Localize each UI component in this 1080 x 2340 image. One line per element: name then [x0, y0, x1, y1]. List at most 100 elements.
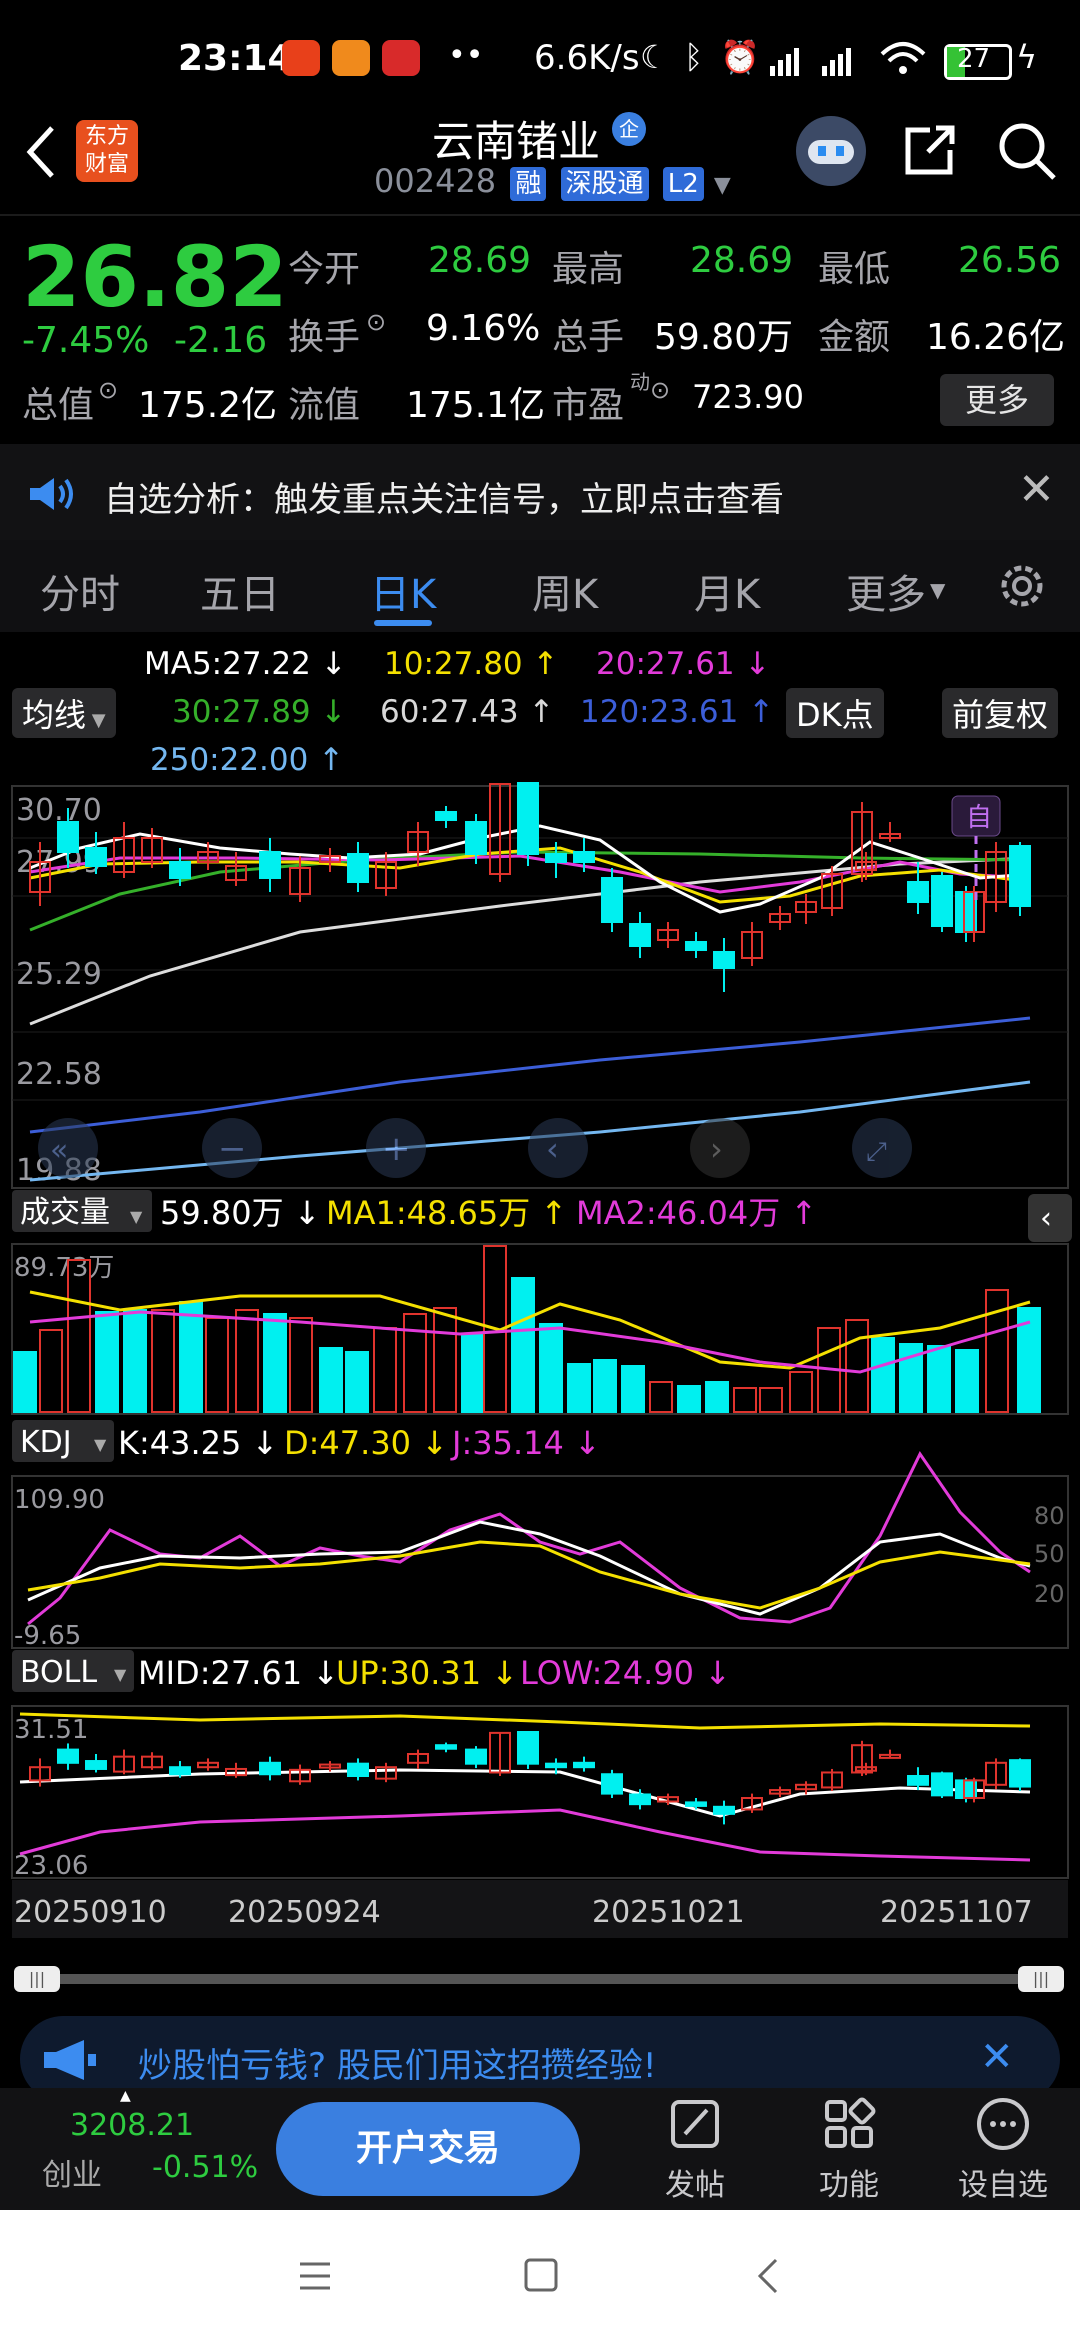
more-notifications-icon: •• [448, 38, 484, 73]
tab-monthly-k[interactable]: 月K [694, 562, 760, 620]
ma120-label: 120:23.61 ↑ [580, 694, 775, 730]
post-button[interactable]: 发帖 [640, 2096, 750, 2204]
speaker-icon [30, 478, 73, 510]
ma-selector[interactable]: 均线 ▼ [12, 688, 116, 738]
index-name[interactable]: 创业 [42, 2150, 102, 2194]
caret-down-icon: ▼ [713, 173, 731, 198]
kdj-level-50: 50 [1034, 1540, 1065, 1568]
stock-header: 东方 财富 云南锗业 企 002428 融 深股通 L2 ▼ [0, 100, 1080, 210]
open-account-trade-button[interactable]: 开户交易 [276, 2102, 580, 2196]
boll-axis-bottom: 23.06 [14, 1851, 88, 1881]
volume-bar [373, 1327, 397, 1413]
eastmoney-logo[interactable]: 东方 财富 [76, 120, 138, 182]
menu-icon[interactable] [296, 2258, 336, 2294]
price-axis-3: 25.29 [16, 957, 102, 992]
info-icon[interactable]: ⊙ [366, 308, 386, 336]
share-icon[interactable] [900, 120, 960, 180]
taobao-app-icon [282, 40, 320, 76]
boll-candle [259, 1761, 281, 1776]
range-handle-right[interactable]: ||| [1018, 1966, 1064, 1992]
edit-icon [671, 2100, 719, 2148]
tab-daily-k[interactable]: 日K [370, 562, 436, 620]
robot-assistant-icon[interactable] [796, 116, 866, 186]
game-app-icon [382, 40, 420, 76]
enterprise-badge: 企 [612, 112, 646, 146]
volume-bar [263, 1313, 287, 1413]
info-icon[interactable]: ⊙ [650, 376, 670, 404]
volume-label: 总手 [552, 317, 625, 358]
ma5-label: MA5:27.22 ↓ [144, 646, 347, 682]
volume-bar [433, 1307, 457, 1413]
candle [259, 851, 281, 879]
amount-value: 16.26亿 [926, 317, 1066, 358]
functions-label: 功能 [819, 2168, 879, 2203]
volume-axis-max: 89.73万 [14, 1253, 114, 1283]
boll-candle [573, 1761, 595, 1769]
svg-text:‹: ‹ [1040, 1201, 1052, 1236]
search-icon[interactable] [996, 120, 1060, 184]
candle [169, 861, 191, 879]
change-percent: -7.45% [22, 320, 150, 361]
add-watchlist-button[interactable]: 设自选 [948, 2096, 1058, 2204]
boll-candle [601, 1773, 623, 1795]
tag-margin: 融 [510, 167, 547, 201]
more-button[interactable]: 更多 [940, 374, 1054, 426]
back-nav-icon[interactable] [750, 2256, 790, 2296]
battery-level: 27 [957, 44, 991, 74]
promo-close-icon[interactable]: ✕ [980, 2034, 1014, 2080]
index-change[interactable]: -0.51% [152, 2150, 258, 2185]
wifi-icon [880, 42, 926, 74]
date-label-3: 20251021 [592, 1895, 745, 1930]
tab-five-day[interactable]: 五日 [200, 562, 280, 620]
candle [517, 782, 539, 855]
self-select-mark[interactable]: 自 [966, 803, 992, 833]
system-nav-bar [0, 2210, 1080, 2340]
volume-current: 59.80万 ↓ [160, 1194, 321, 1232]
turnover-label: 换手 [288, 317, 361, 358]
volume-ma1: MA1:48.65万 ↑ [326, 1194, 567, 1232]
functions-button[interactable]: 功能 [794, 2096, 904, 2204]
ma60-label: 60:27.43 ↑ [380, 694, 555, 730]
kdj-d: D:47.30 ↓ [284, 1424, 448, 1462]
volume-bar [205, 1317, 229, 1413]
more-dots-icon [977, 2098, 1029, 2150]
battery-icon: 27 [944, 44, 1012, 80]
svg-text:«: « [50, 1133, 68, 1168]
mktcap-label: 总值 [22, 385, 95, 426]
stock-code-row[interactable]: 002428 融 深股通 L2 ▼ [374, 162, 731, 201]
high-label: 最高 [552, 249, 625, 290]
range-handle-left[interactable]: ||| [14, 1966, 60, 1992]
volume-bar [927, 1345, 951, 1413]
tab-weekly-k[interactable]: 周K [532, 562, 598, 620]
close-icon[interactable]: ✕ [1018, 464, 1055, 515]
boll-selector-label: BOLL [20, 1655, 97, 1690]
volume-bar [567, 1363, 591, 1413]
svg-text:›: › [710, 1130, 723, 1168]
settings-gear-icon[interactable] [996, 560, 1048, 612]
notice-bar[interactable]: 自选分析：触发重点关注信号，立即点击查看 ✕ [0, 444, 1080, 540]
candle [435, 811, 457, 821]
float-label: 流值 [288, 385, 361, 426]
ma20-label: 20:27.61 ↓ [596, 646, 771, 682]
volume-bar [461, 1333, 485, 1413]
dk-point-button[interactable]: DK点 [786, 688, 884, 738]
pe-label: 市盈 [552, 385, 625, 426]
volume-selector-label: 成交量 [20, 1195, 110, 1230]
home-icon[interactable] [522, 2256, 562, 2296]
volume-bar [289, 1317, 313, 1413]
back-icon[interactable] [20, 122, 60, 182]
volume-bar [123, 1309, 147, 1413]
ma120-line [29, 1016, 1031, 1134]
active-tab-indicator [374, 620, 432, 626]
open-value: 28.69 [428, 240, 532, 281]
change-amount: -2.16 [174, 320, 268, 361]
tab-intraday[interactable]: 分时 [40, 562, 120, 620]
index-value[interactable]: 3208.21 [70, 2108, 194, 2143]
range-slider[interactable] [14, 1974, 1064, 1984]
promo-text: 炒股怕亏钱? 股民们用这招攒经验! [138, 2046, 657, 2086]
info-icon[interactable]: ⊙ [98, 376, 118, 404]
adjust-button[interactable]: 前复权 [942, 688, 1059, 738]
ma30-label: 30:27.89 ↓ [172, 694, 347, 730]
tab-more[interactable]: 更多 [846, 562, 926, 620]
volume-ma2: MA2:46.04万 ↑ [576, 1194, 817, 1232]
